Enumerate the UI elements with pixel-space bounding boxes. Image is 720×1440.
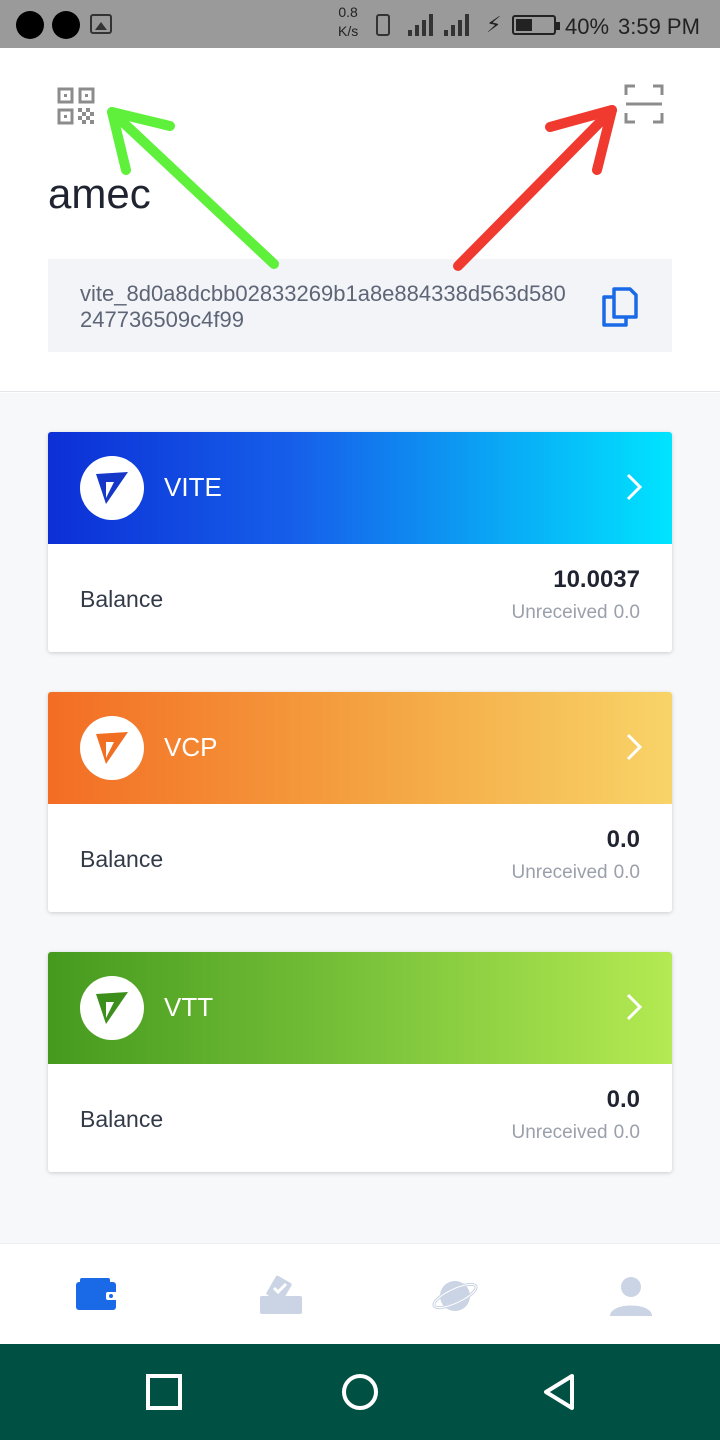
- address-box: vite_8d0a8dcbb02833269b1a8e884338d563d58…: [48, 259, 672, 352]
- balance-value: 0.0: [606, 1086, 640, 1113]
- token-card-header[interactable]: VTT: [48, 952, 672, 1064]
- clock: 3:59 PM: [618, 14, 700, 39]
- unreceived: Unreceived 0.0: [511, 862, 640, 884]
- chevron-right-icon: [626, 993, 643, 1021]
- bottom-nav: [0, 1243, 720, 1344]
- chevron-right-icon: [626, 733, 643, 761]
- back-icon: [544, 1374, 574, 1410]
- wallet-header: amec vite_8d0a8dcbb02833269b1a8e884338d5…: [0, 48, 720, 392]
- qr-code-button[interactable]: [56, 86, 96, 126]
- signal-4g-icon: [444, 12, 469, 36]
- unreceived-value: 0.0: [613, 602, 640, 623]
- explore-icon: [432, 1281, 478, 1311]
- balance-value: 0.0: [606, 826, 640, 853]
- network-speed-value: 0.8: [338, 4, 358, 20]
- vite-logo-icon: [80, 456, 144, 520]
- chevron-right-icon: [626, 473, 643, 501]
- network-speed: 0.8 K/s: [338, 3, 358, 41]
- nav-vote[interactable]: [256, 1274, 306, 1318]
- back-button[interactable]: [540, 1372, 580, 1412]
- token-name: VTT: [164, 992, 214, 1022]
- qr-code-icon: [57, 87, 95, 125]
- balance-value: 10.0037: [553, 566, 640, 593]
- token-card-header[interactable]: VITE: [48, 432, 672, 544]
- wallet-address[interactable]: vite_8d0a8dcbb02833269b1a8e884338d563d58…: [80, 281, 570, 333]
- unreceived-label: Unreceived: [511, 862, 608, 883]
- vtt-logo-icon: [80, 976, 144, 1040]
- copy-address-button[interactable]: [600, 285, 640, 327]
- recents-button[interactable]: [144, 1372, 184, 1412]
- balance-label: Balance: [80, 1106, 164, 1132]
- wallet-icon: [76, 1278, 118, 1310]
- balance-label: Balance: [80, 846, 164, 872]
- token-card-vtt[interactable]: VTT Balance 0.0 Unreceived 0.0: [48, 952, 672, 1172]
- token-card-header[interactable]: VCP: [48, 692, 672, 804]
- vote-icon: [260, 1275, 302, 1314]
- copy-icon: [602, 287, 638, 327]
- token-list: VITE Balance 10.0037 Unreceived 0.0 VCP B…: [0, 393, 720, 1243]
- image-notification-icon: [90, 14, 112, 34]
- unreceived-label: Unreceived: [511, 602, 608, 623]
- unreceived-value: 0.0: [613, 862, 640, 883]
- recents-icon: [146, 1374, 182, 1410]
- notification-dot-icon: [52, 11, 80, 39]
- unreceived-value: 0.0: [613, 1122, 640, 1143]
- vcp-logo-icon: [80, 716, 144, 780]
- token-name: VITE: [164, 472, 222, 502]
- scan-icon: [624, 84, 664, 124]
- unreceived: Unreceived 0.0: [511, 1122, 640, 1144]
- charging-icon: ⚡: [486, 12, 502, 37]
- nav-explore[interactable]: [430, 1274, 480, 1318]
- status-bar: 0.8 K/s ⚡ 40% 3:59 PM: [0, 0, 720, 48]
- unreceived-label: Unreceived: [511, 1122, 608, 1143]
- signal-icon: [408, 12, 433, 36]
- token-card-vite[interactable]: VITE Balance 10.0037 Unreceived 0.0: [48, 432, 672, 652]
- notification-dot-icon: [16, 11, 44, 39]
- battery-percent: 40%: [565, 14, 610, 39]
- unreceived: Unreceived 0.0: [511, 602, 640, 624]
- system-nav-bar: [0, 1344, 720, 1440]
- nav-profile[interactable]: [606, 1274, 656, 1318]
- token-name: VCP: [164, 732, 218, 762]
- wallet-name: amec: [48, 170, 151, 217]
- network-speed-unit: K/s: [338, 23, 359, 39]
- battery-icon: [512, 15, 560, 35]
- vibrate-icon: [376, 14, 390, 36]
- token-card-vcp[interactable]: VCP Balance 0.0 Unreceived 0.0: [48, 692, 672, 912]
- nav-wallet[interactable]: [72, 1274, 122, 1318]
- home-icon: [342, 1374, 378, 1410]
- balance-label: Balance: [80, 586, 164, 612]
- scan-button[interactable]: [624, 84, 664, 124]
- profile-icon: [610, 1277, 652, 1316]
- home-button[interactable]: [340, 1372, 380, 1412]
